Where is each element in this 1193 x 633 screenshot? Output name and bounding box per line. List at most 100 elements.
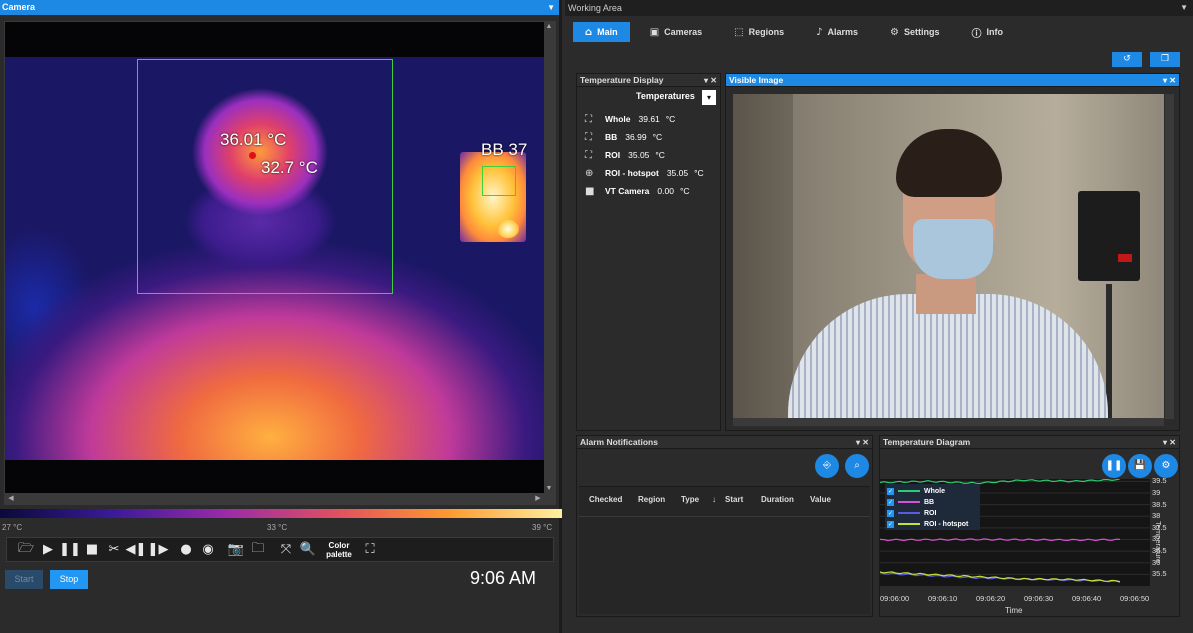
tab-info[interactable]: ⓘ Info: [960, 22, 1016, 42]
scroll-down-icon[interactable]: ▼: [544, 485, 554, 492]
panel-controls-icon[interactable]: ▾ ✕: [704, 74, 717, 87]
x-tick-label: 09:06:30: [1024, 594, 1054, 603]
sort-arrow-icon[interactable]: ↓: [712, 495, 716, 504]
person-hair: [896, 129, 1002, 197]
save-chart-button[interactable]: 💾: [1128, 454, 1152, 478]
col-value[interactable]: Value: [810, 495, 831, 504]
color-palette-button[interactable]: Color palette: [319, 541, 359, 559]
panel-controls-icon[interactable]: ▾ ✕: [1163, 436, 1176, 449]
temperature-diagram-title: Temperature Diagram: [883, 437, 971, 447]
visible-camera-image[interactable]: [733, 94, 1164, 419]
alarm-table: Checked Region Type ↓ Start Duration Val…: [579, 486, 870, 614]
col-duration[interactable]: Duration: [761, 495, 794, 504]
stop-icon[interactable]: ■: [81, 539, 103, 561]
play-icon[interactable]: ▶: [37, 539, 59, 561]
checkbox-icon[interactable]: ✓: [887, 520, 894, 528]
reset-layout-button[interactable]: ↺: [1112, 52, 1142, 67]
vertical-scrollbar[interactable]: [1165, 94, 1174, 419]
open-folder-icon[interactable]: 🗁: [15, 539, 37, 561]
bb-rectangle[interactable]: [482, 166, 516, 196]
tab-label: Info: [986, 27, 1004, 37]
chart-settings-button[interactable]: ⚙: [1154, 454, 1178, 478]
alarm-table-header: Checked Region Type ↓ Start Duration Val…: [579, 495, 870, 509]
pause-chart-button[interactable]: ❚❚: [1102, 454, 1126, 478]
stop-button[interactable]: Stop: [50, 570, 88, 589]
palette-max: 39 °C: [532, 523, 553, 532]
scroll-up-icon[interactable]: ▲: [544, 23, 554, 30]
restore-window-button[interactable]: ❐: [1150, 52, 1180, 67]
select-value: Temperatures: [636, 91, 695, 101]
scroll-right-icon[interactable]: ▶: [533, 494, 543, 502]
x-axis-label: Time: [1005, 606, 1023, 615]
step-forward-icon[interactable]: ❚▶: [147, 539, 169, 561]
palette-min: 27 °C: [2, 523, 23, 532]
camera-toolbar: 🗁 ▶ ❚❚ ■ ✂ ◀❚ ❚▶ ● ◉ 📷 🗀 ⤧ 🔍 Color palet…: [6, 537, 554, 562]
panel-controls-icon[interactable]: ▾ ✕: [1163, 74, 1176, 87]
alarm-notifications-header: Alarm Notifications ▾ ✕: [577, 436, 872, 449]
legend-item-bb[interactable]: ✓ BB: [887, 497, 934, 507]
vertical-scrollbar[interactable]: ▲ ▼: [544, 22, 555, 504]
search-button[interactable]: ⌕: [845, 454, 869, 478]
trim-icon[interactable]: ✂: [103, 539, 125, 561]
table-divider: [579, 516, 870, 517]
tab-regions[interactable]: ⬚ Regions: [722, 22, 796, 42]
home-icon: ⌂: [585, 26, 593, 38]
snapshot-icon[interactable]: 📷: [225, 539, 247, 561]
legend-item-whole[interactable]: ✓ Whole: [887, 486, 945, 496]
checkbox-icon[interactable]: ✓: [887, 509, 894, 517]
start-button[interactable]: Start: [5, 570, 43, 589]
legend-swatch: [898, 490, 920, 492]
zoom-icon[interactable]: 🔍: [297, 539, 319, 561]
hotspot-temp-label: 32.7 °C: [261, 158, 318, 177]
scroll-left-icon[interactable]: ◀: [6, 494, 16, 502]
legend-item-roi-hotspot[interactable]: ✓ ROI - hotspot: [887, 519, 968, 529]
blackbody-heat-spot: [497, 220, 519, 238]
visible-image-panel: Visible Image ▾ ✕: [725, 73, 1180, 431]
y-tick-label: 39: [1152, 487, 1161, 497]
legend-swatch: [898, 523, 920, 525]
working-area-title: Working Area: [568, 3, 622, 13]
record-stop-icon[interactable]: ◉: [197, 539, 219, 561]
col-checked[interactable]: Checked: [589, 495, 622, 504]
temperature-diagram-header: Temperature Diagram ▾ ✕: [880, 436, 1179, 449]
color-palette-bar: [0, 509, 562, 518]
palette-labels: 27 °C 33 °C 39 °C: [0, 523, 562, 535]
folder-icon[interactable]: 🗀: [247, 539, 269, 561]
app-root: Camera ▼ 36.01 °C 32.7 °C BB 37 ▲ ▼ ◀ ▶: [0, 0, 1193, 633]
chevron-down-icon[interactable]: ▾: [702, 90, 716, 105]
x-axis-ticks: 09:06:00 09:06:10 09:06:20 09:06:30 09:06:40…: [880, 594, 1150, 604]
tab-main[interactable]: ⌂ Main: [573, 22, 630, 42]
caret-down-icon[interactable]: ▼: [1180, 0, 1188, 16]
step-back-icon[interactable]: ◀❚: [125, 539, 147, 561]
y-axis-label: Temperature: [1154, 521, 1163, 564]
export-button[interactable]: ⎆: [815, 454, 839, 478]
horizontal-scrollbar[interactable]: ◀ ▶: [5, 493, 555, 504]
fit-icon[interactable]: ⤧: [275, 539, 297, 561]
temperature-diagram-panel: Temperature Diagram ▾ ✕ ❚❚ 💾 ⚙ ✓ Whole ✓…: [879, 435, 1180, 617]
fullscreen-icon[interactable]: ⛶: [359, 539, 381, 561]
temperature-display-panel: Temperature Display ▾ ✕ Temperatures ▾ ⛶…: [576, 73, 721, 431]
horizontal-scrollbar[interactable]: [733, 418, 1164, 426]
info-icon: ⓘ: [971, 28, 982, 40]
col-start[interactable]: Start: [725, 495, 743, 504]
color-palette-line2: palette: [326, 549, 352, 559]
temperatures-select[interactable]: Temperatures ▾: [632, 90, 716, 105]
panel-controls-icon[interactable]: ▾ ✕: [856, 436, 869, 449]
caret-down-icon[interactable]: ▼: [547, 0, 555, 15]
record-icon[interactable]: ●: [175, 539, 197, 561]
legend-item-roi[interactable]: ✓ ROI: [887, 508, 936, 518]
thermal-view[interactable]: 36.01 °C 32.7 °C BB 37 ▲ ▼ ◀ ▶: [4, 21, 556, 505]
checkbox-icon[interactable]: ✓: [887, 498, 894, 506]
tab-label: Main: [597, 27, 618, 37]
checkbox-icon[interactable]: ✓: [887, 487, 894, 495]
tab-cameras[interactable]: ▣ Cameras: [638, 22, 714, 42]
pause-icon[interactable]: ❚❚: [59, 539, 81, 561]
tab-settings[interactable]: ⚙ Settings: [878, 22, 951, 42]
tab-label: Regions: [748, 27, 785, 37]
col-region[interactable]: Region: [638, 495, 665, 504]
chart-legend: ✓ Whole ✓ BB ✓ ROI ✓ ROI - hotspot: [885, 484, 980, 530]
blackbody-device: [1078, 191, 1140, 281]
col-type[interactable]: Type: [681, 495, 699, 504]
clock: 9:06 AM: [470, 568, 537, 588]
tab-alarms[interactable]: ♪ Alarms: [804, 22, 870, 42]
